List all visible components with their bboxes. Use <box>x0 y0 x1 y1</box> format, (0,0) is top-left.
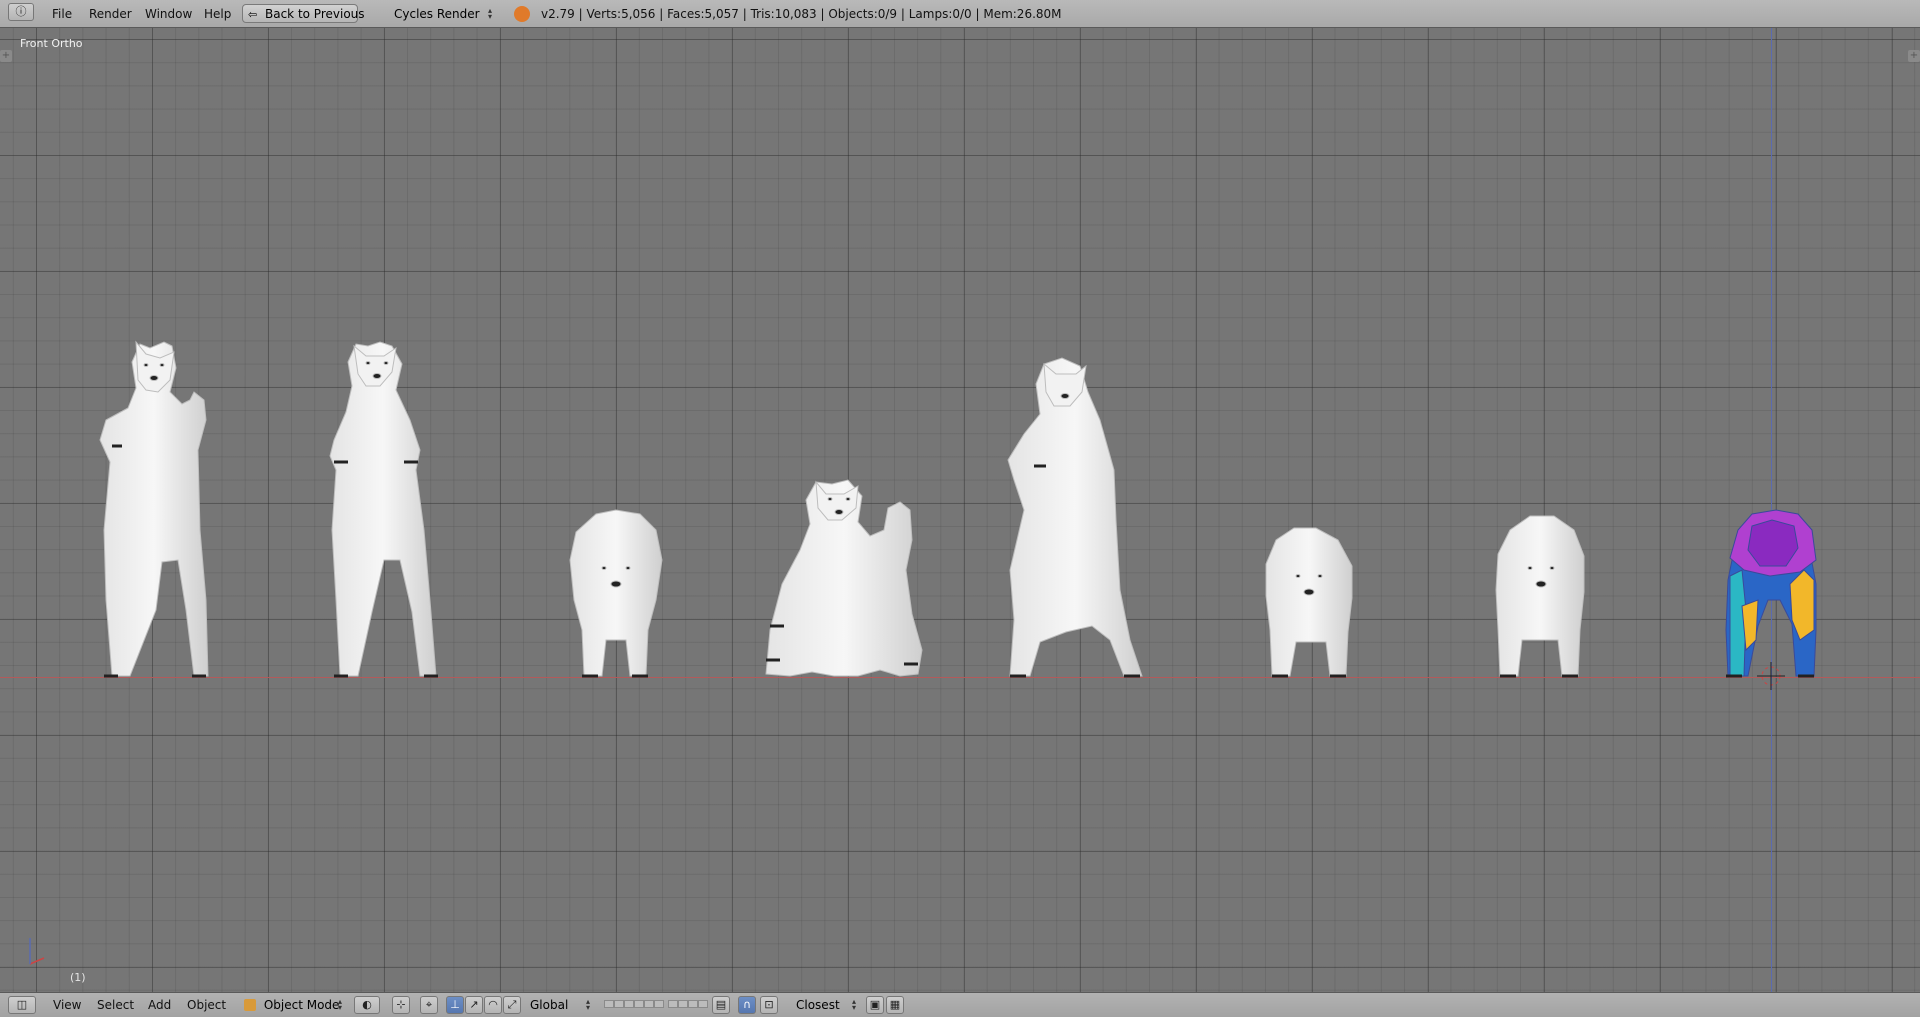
menu-select[interactable]: Select <box>97 993 134 1017</box>
render-engine-label: Cycles Render <box>394 7 480 21</box>
object-mode-icon <box>244 999 256 1011</box>
3d-viewport[interactable]: Front Ortho + + (1) <box>0 28 1920 992</box>
rotate-manipulator-icon[interactable]: ↗ <box>465 996 483 1014</box>
updown-arrows-icon: ▴ ▾ <box>586 997 591 1012</box>
render-animation-icon[interactable]: ▦ <box>886 996 904 1014</box>
layer-buttons[interactable] <box>604 997 708 1013</box>
render-engine-select[interactable]: Cycles Render ▴ ▾ <box>388 4 498 24</box>
snap-target-label: Closest <box>796 998 840 1012</box>
bear-walking-1[interactable] <box>569 509 663 678</box>
translate-manipulator-icon[interactable]: ⊥ <box>446 996 464 1014</box>
bear-walking-3[interactable] <box>1495 515 1585 678</box>
mode-label: Object Mode <box>263 998 340 1012</box>
scale-manipulator-icon[interactable]: ⤢ <box>503 996 521 1014</box>
updown-arrows-icon: ▴ ▾ <box>852 997 857 1012</box>
info-header: ⓘ File Render Window Help ⇦ Back to Prev… <box>0 0 1920 28</box>
info-editor-type-icon[interactable]: ⓘ <box>8 3 34 21</box>
menu-object[interactable]: Object <box>187 993 226 1017</box>
back-to-previous-button[interactable]: ⇦ Back to Previous <box>242 4 365 23</box>
orientation-label: Global <box>530 998 569 1012</box>
3d-view-header: ◫ View Select Add Object Object Mode ▴ ▾ … <box>0 992 1920 1017</box>
menu-add[interactable]: Add <box>148 993 171 1017</box>
manipulator-toggle-icon[interactable]: ⌖ <box>420 996 438 1014</box>
lock-layers-icon[interactable]: ▤ <box>712 996 730 1014</box>
bear-standing[interactable] <box>329 341 438 678</box>
render-image-icon[interactable]: ▣ <box>866 996 884 1014</box>
axis-gizmo-icon <box>29 938 45 965</box>
scene-objects <box>29 340 1817 965</box>
snap-magnet-icon[interactable]: ∩ <box>738 996 756 1014</box>
back-to-previous-label: Back to Previous <box>265 7 365 21</box>
bear-standing-side[interactable] <box>1007 357 1143 678</box>
menu-help[interactable]: Help <box>204 0 231 28</box>
back-icon: ⇦ <box>248 8 258 21</box>
bear-walking-2[interactable] <box>1265 527 1353 678</box>
snap-target-select[interactable]: Closest ▴ ▾ <box>790 995 862 1015</box>
snap-element-icon[interactable]: ⊡ <box>760 996 778 1014</box>
viewport-shading-icon[interactable]: ◐ <box>354 996 380 1014</box>
menu-render[interactable]: Render <box>89 0 132 28</box>
bear-weight-paint[interactable] <box>1725 509 1817 678</box>
mode-select[interactable]: Object Mode ▴ ▾ <box>238 995 348 1015</box>
updown-arrows-icon: ▴ ▾ <box>488 6 493 21</box>
current-frame-label: (1) <box>70 971 86 984</box>
scene-statistics: v2.79 | Verts:5,056 | Faces:5,057 | Tris… <box>541 7 1062 21</box>
3d-cursor-icon[interactable] <box>1757 662 1785 690</box>
3d-view-editor-type-icon[interactable]: ◫ <box>8 996 36 1014</box>
rotate-arc-manipulator-icon[interactable]: ◠ <box>484 996 502 1014</box>
blender-logo-icon <box>514 6 530 22</box>
bear-sitting-waving[interactable] <box>765 479 923 677</box>
pivot-point-icon[interactable]: ⊹ <box>392 996 410 1014</box>
menu-window[interactable]: Window <box>145 0 192 28</box>
updown-arrows-icon: ▴ ▾ <box>338 997 343 1012</box>
menu-file[interactable]: File <box>52 0 72 28</box>
bear-standing-waving[interactable] <box>99 340 209 678</box>
transform-orientation-select[interactable]: Global ▴ ▾ <box>524 995 596 1015</box>
menu-view[interactable]: View <box>53 993 81 1017</box>
